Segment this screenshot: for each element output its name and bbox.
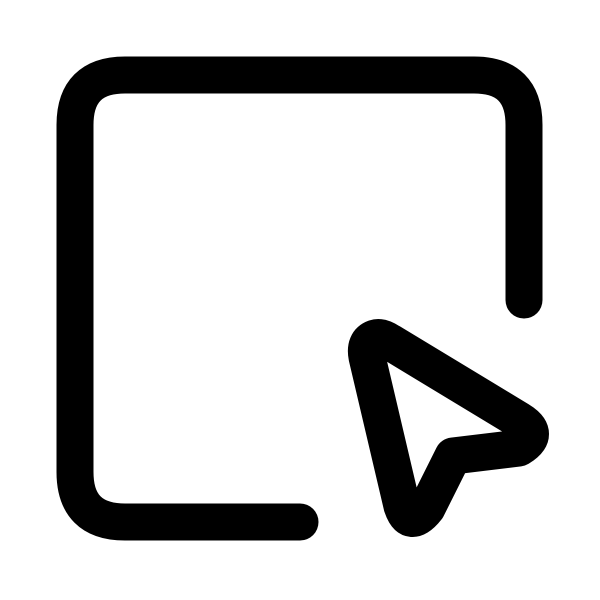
icon-canvas <box>0 0 600 600</box>
select-area-cursor-icon <box>56 56 549 541</box>
cursor-arrow-icon <box>347 319 549 537</box>
